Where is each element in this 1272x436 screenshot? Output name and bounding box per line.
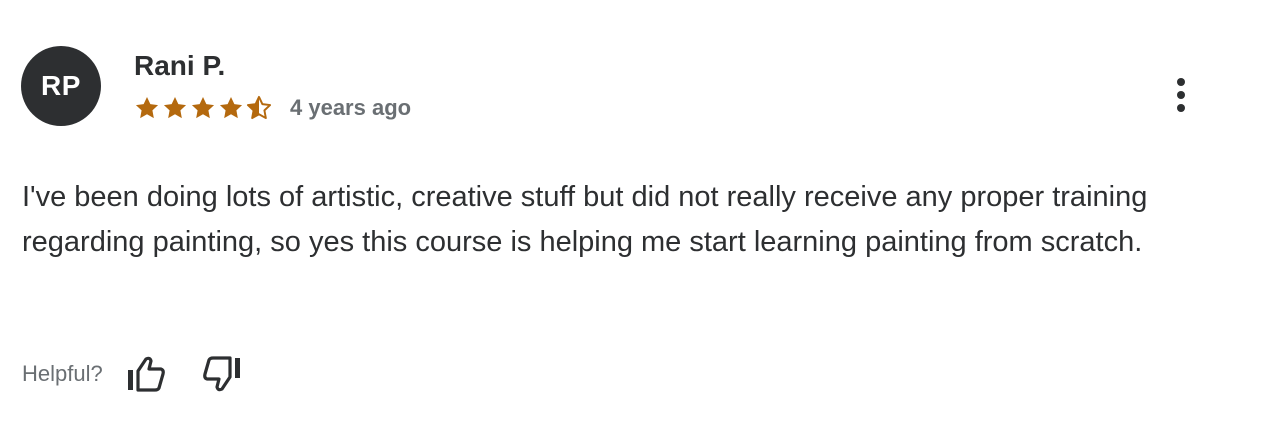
- star-icon: [163, 96, 187, 119]
- more-options-button[interactable]: [1162, 73, 1200, 117]
- avatar-initials: RP: [41, 70, 81, 101]
- rating-row: 4 years ago: [134, 94, 411, 122]
- thumbs-up-button[interactable]: [124, 352, 168, 396]
- star-icon: [191, 96, 215, 119]
- star-icon: [219, 96, 243, 119]
- star-icon: [135, 96, 159, 119]
- review-text: I've been doing lots of artistic, creati…: [22, 181, 1148, 258]
- review-card: RP Rani P. 4 years ago I've been doing l…: [0, 0, 1272, 436]
- review-time: 4 years ago: [290, 95, 412, 120]
- avatar: RP: [21, 46, 101, 126]
- half-star-icon: [246, 95, 272, 120]
- reviewer-name: Rani P.: [134, 50, 226, 81]
- star-rating: [134, 95, 272, 121]
- thumbs-down-icon: [202, 356, 240, 392]
- thumbs-up-icon: [127, 356, 165, 392]
- helpful-label: Helpful?: [22, 361, 103, 386]
- thumbs-down-button[interactable]: [200, 352, 244, 396]
- helpful-row: Helpful?: [22, 352, 244, 396]
- more-vertical-icon: [1177, 78, 1185, 112]
